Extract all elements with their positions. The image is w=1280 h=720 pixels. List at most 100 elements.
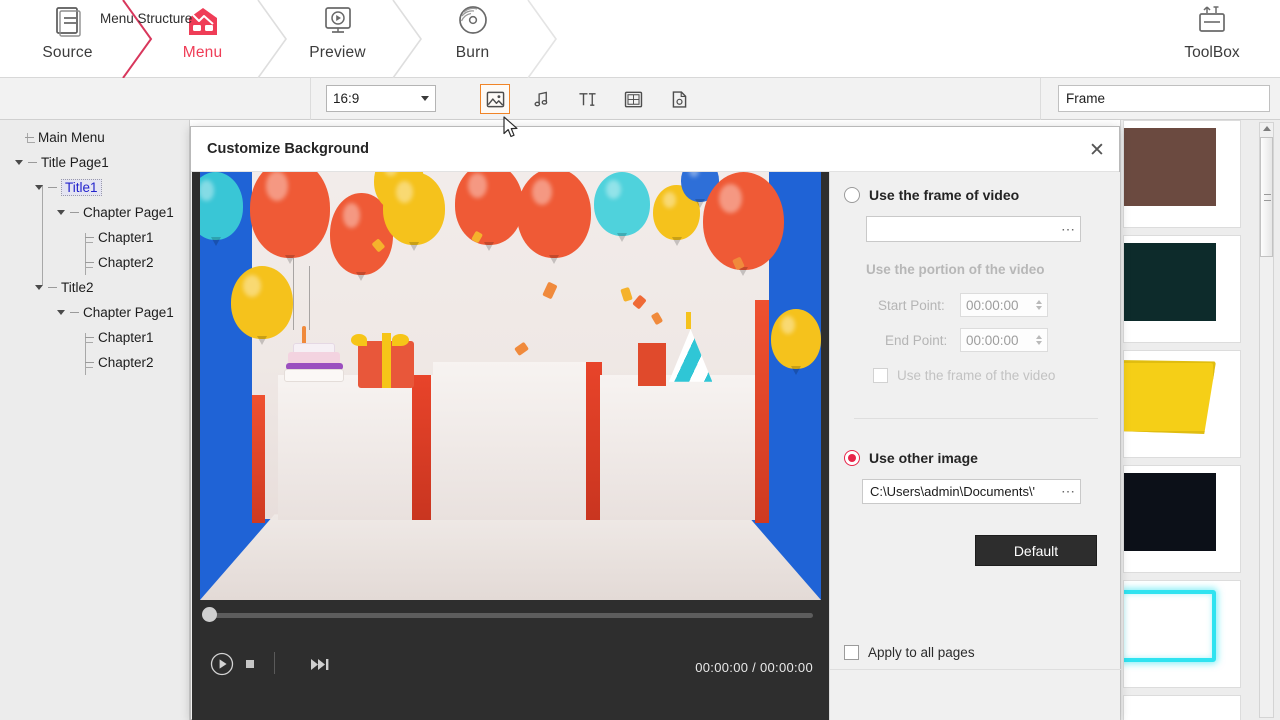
apply-to-all-pages-checkbox[interactable]: Apply to all pages xyxy=(844,645,975,660)
menu-structure-tree-panel: Main Menu Title Page1 Title1 Chapter Pag… xyxy=(0,120,190,720)
step-toolbox[interactable]: ToolBox xyxy=(1152,0,1272,78)
template-thumb-teal[interactable] xyxy=(1123,235,1241,343)
balloon xyxy=(771,308,821,369)
tree-node-label: Chapter Page1 xyxy=(83,305,174,320)
template-swatch xyxy=(1124,590,1216,662)
document-image-icon-button[interactable] xyxy=(664,84,694,114)
step-preview[interactable]: Preview xyxy=(270,0,405,78)
subbar-divider xyxy=(1040,78,1041,120)
text-title-icon xyxy=(578,92,596,106)
scene-pedestal-right xyxy=(599,374,756,521)
expander-arrow-icon[interactable] xyxy=(15,160,23,165)
tree-node-chapter-page1-b[interactable]: Chapter Page1 xyxy=(0,300,190,325)
preview-column: 00:00:00 / 00:00:00 xyxy=(192,172,829,720)
close-icon[interactable]: ✕ xyxy=(1083,136,1111,164)
template-scrollbar[interactable] xyxy=(1259,122,1274,718)
start-point-stepper[interactable]: 00:00:00 xyxy=(960,293,1048,317)
aspect-ratio-select[interactable]: 16:9 xyxy=(326,85,436,112)
stop-button[interactable] xyxy=(243,657,257,671)
party-scene xyxy=(200,172,821,600)
stepper-arrows-icon[interactable] xyxy=(1036,335,1042,345)
application-window: Source Menu Preview Burn ToolBox Menu St… xyxy=(0,0,1280,720)
seek-bar[interactable] xyxy=(200,604,821,626)
default-button[interactable]: Default xyxy=(975,535,1097,566)
customize-background-dialog: Customize Background ✕ 00:00:00 / 00:00:… xyxy=(190,126,1121,720)
seek-knob[interactable] xyxy=(202,607,217,622)
template-thumb-black[interactable] xyxy=(1123,465,1241,573)
music-note-icon xyxy=(533,91,547,106)
tree-node-main-menu[interactable]: Main Menu xyxy=(0,125,190,150)
tree-node-chapter-page1-a[interactable]: Chapter Page1 xyxy=(0,200,190,225)
document-image-icon xyxy=(672,90,686,108)
scroll-up-icon[interactable] xyxy=(1263,126,1271,131)
end-point-label: End Point: xyxy=(885,333,948,348)
scene-red-post xyxy=(754,300,770,523)
template-thumb-neon[interactable] xyxy=(1123,580,1241,688)
ellipsis-icon[interactable]: ⋯ xyxy=(1058,483,1076,500)
tree-connector-nub xyxy=(70,312,79,313)
ellipsis-icon[interactable]: ⋯ xyxy=(1058,221,1076,238)
use-frame-checkbox-row[interactable]: Use the frame of the video xyxy=(873,368,1055,383)
scene-pedestal-side xyxy=(412,374,431,521)
use-portion-label: Use the portion of the video xyxy=(866,262,1045,277)
tool-icon-group xyxy=(480,84,694,114)
menu-structure-title: Menu Structure xyxy=(100,11,193,26)
end-point-stepper[interactable]: 00:00:00 xyxy=(960,328,1048,352)
expander-arrow-icon[interactable] xyxy=(35,285,43,290)
tree-node-chapter1-b[interactable]: Chapter1 xyxy=(0,325,190,350)
scrollbar-thumb[interactable] xyxy=(1260,137,1273,257)
tree-connector-nub xyxy=(28,162,37,163)
tree-connector-nub xyxy=(48,187,57,188)
tree-node-title2[interactable]: Title2 xyxy=(0,275,190,300)
text-title-icon-button[interactable] xyxy=(572,84,602,114)
next-frame-button[interactable] xyxy=(309,656,331,672)
expander-arrow-icon[interactable] xyxy=(57,310,65,315)
scene-gift-box xyxy=(350,332,415,389)
template-thumb-yellow[interactable] xyxy=(1123,350,1241,458)
play-icon xyxy=(210,652,234,676)
tree-node-chapter2-b[interactable]: Chapter2 xyxy=(0,350,190,375)
use-frame-of-video-radio[interactable]: Use the frame of video xyxy=(844,187,1019,203)
background-image-icon-button[interactable] xyxy=(480,84,510,114)
seek-track[interactable] xyxy=(208,613,813,618)
use-other-image-radio[interactable]: Use other image xyxy=(844,450,978,466)
tree-node-label: Chapter1 xyxy=(98,230,154,245)
step-burn[interactable]: Burn xyxy=(405,0,540,78)
template-thumb-brown[interactable] xyxy=(1123,120,1241,228)
background-options-panel: Use the frame of video ⋯ Use the portion… xyxy=(829,172,1121,720)
tree-node-chapter2-a[interactable]: Chapter2 xyxy=(0,250,190,275)
control-divider xyxy=(274,652,275,674)
template-thumb-next[interactable] xyxy=(1123,695,1241,720)
player-controls: 00:00:00 / 00:00:00 xyxy=(192,630,829,715)
template-swatch xyxy=(1124,128,1216,206)
tree-connector-nub xyxy=(85,237,94,238)
balloon xyxy=(516,172,592,258)
tree-node-title1[interactable]: Title1 xyxy=(0,175,190,200)
tree-node-chapter1-a[interactable]: Chapter1 xyxy=(0,225,190,250)
other-image-path-value: C:\Users\admin\Documents\' xyxy=(870,484,1036,499)
tree-node-title-page1[interactable]: Title Page1 xyxy=(0,150,190,175)
step-preview-label: Preview xyxy=(309,44,366,61)
play-button[interactable] xyxy=(210,652,234,676)
other-image-path-input[interactable]: C:\Users\admin\Documents\' ⋯ xyxy=(862,479,1081,504)
tree-connector-nub xyxy=(48,287,57,288)
gift-bow xyxy=(350,333,368,346)
time-readout: 00:00:00 / 00:00:00 xyxy=(695,660,813,675)
stepper-arrows-icon[interactable] xyxy=(1036,300,1042,310)
music-note-icon-button[interactable] xyxy=(526,84,556,114)
expander-arrow-icon[interactable] xyxy=(57,210,65,215)
start-point-value: 00:00:00 xyxy=(966,297,1019,313)
hat-body xyxy=(668,329,713,382)
balloon-string xyxy=(308,266,310,331)
stop-icon xyxy=(246,660,254,668)
disc-icon xyxy=(454,2,492,42)
frame-grid-icon-button[interactable] xyxy=(618,84,648,114)
expander-arrow-icon[interactable] xyxy=(35,185,43,190)
tree-connector-nub xyxy=(25,137,34,138)
options-divider xyxy=(830,669,1121,670)
template-swatch xyxy=(1124,243,1216,321)
balloon xyxy=(200,172,244,241)
scene-party-hat xyxy=(668,312,713,382)
video-frame-file-input[interactable]: ⋯ xyxy=(866,216,1081,242)
frame-name-input[interactable]: Frame xyxy=(1058,85,1270,112)
